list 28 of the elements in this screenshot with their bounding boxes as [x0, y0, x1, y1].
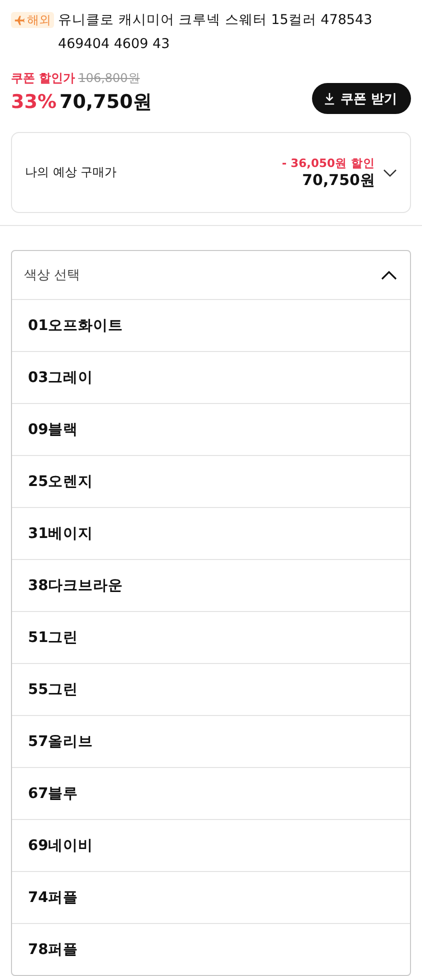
estimate-price: 70,750원	[302, 170, 375, 190]
estimated-price-card[interactable]: 나의 예상 구매가 - 36,050원 할인 70,750원	[11, 132, 411, 213]
color-select-label: 색상 선택	[24, 267, 80, 284]
color-option[interactable]: 09블랙	[12, 403, 410, 455]
color-option[interactable]: 57올리브	[12, 715, 410, 767]
final-price: 70,750원	[59, 91, 152, 113]
overseas-badge: 해외	[11, 12, 54, 28]
color-option[interactable]: 03그레이	[12, 351, 410, 403]
color-option[interactable]: 69네이비	[12, 819, 410, 871]
coupon-download-button[interactable]: 쿠폰 받기	[312, 83, 411, 114]
discount-rate: 33%	[11, 91, 56, 113]
color-option[interactable]: 25오렌지	[12, 455, 410, 507]
color-option[interactable]: 01오프화이트	[12, 299, 410, 351]
color-option[interactable]: 78퍼플	[12, 923, 410, 975]
estimate-label: 나의 예상 구매가	[25, 164, 117, 181]
estimate-discount: - 36,050원 할인	[282, 156, 375, 170]
color-option[interactable]: 67블루	[12, 767, 410, 819]
product-title: 유니클로 캐시미어 크루넥 스웨터 15컬러 478543 469404 4609 43	[58, 11, 374, 54]
coupon-price-label: 쿠폰 할인가	[11, 71, 76, 85]
color-option[interactable]: 51그린	[12, 611, 410, 663]
original-price: 106,800원	[78, 71, 140, 85]
airplane-icon	[14, 14, 25, 26]
color-option[interactable]: 55그린	[12, 663, 410, 715]
color-option[interactable]: 74퍼플	[12, 871, 410, 923]
download-icon	[324, 92, 336, 105]
color-select-header[interactable]: 색상 선택	[12, 251, 410, 299]
color-option[interactable]: 31베이지	[12, 507, 410, 559]
color-option[interactable]: 38다크브라운	[12, 559, 410, 611]
